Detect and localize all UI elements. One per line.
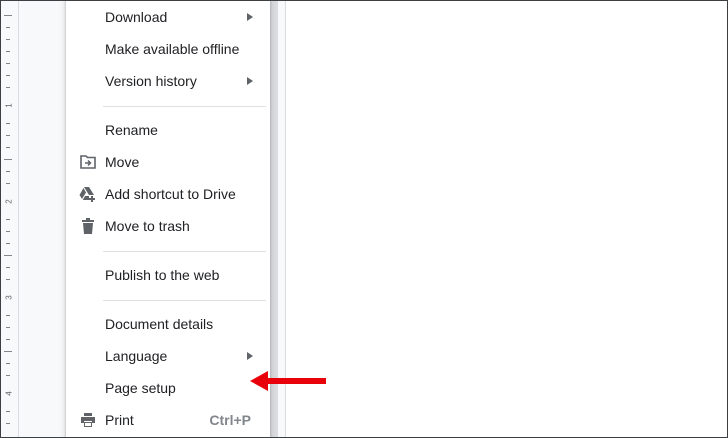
ruler-tick: [6, 87, 10, 88]
menu-item-label: Print: [105, 412, 134, 428]
menu-item-page-setup[interactable]: Page setup: [66, 372, 270, 404]
menu-item-label: Make available offline: [105, 41, 240, 57]
menu-item-add-shortcut-to-drive[interactable]: Add shortcut to Drive: [66, 178, 270, 210]
ruler-tick: [6, 411, 10, 412]
menu-item-label: Language: [105, 348, 168, 364]
ruler-tick: [6, 51, 10, 52]
menu-item-label: Move: [105, 154, 140, 170]
ruler-tick: [6, 171, 10, 172]
ruler-tick: [4, 351, 12, 352]
red-annotation-arrow-icon: [250, 371, 326, 391]
ruler-tick: [6, 219, 10, 220]
ruler-tick: [6, 375, 10, 376]
drive-add-icon: [79, 186, 97, 202]
ruler-tick: [6, 123, 10, 124]
ruler-tick: [6, 327, 10, 328]
ruler-tick: [6, 267, 10, 268]
ruler-tick: [4, 159, 12, 160]
ruler-tick: [6, 75, 10, 76]
ruler-number: 3: [4, 295, 14, 300]
trash-icon: [79, 218, 97, 234]
menu-separator: [103, 300, 266, 301]
menu-item-label: Page setup: [105, 380, 176, 396]
menu-item-print[interactable]: Print Ctrl+P: [66, 404, 270, 436]
ruler-tick: [6, 63, 10, 64]
menu-item-label: Rename: [105, 122, 158, 138]
folder-move-icon: [79, 154, 97, 170]
menu-item-label: Add shortcut to Drive: [105, 186, 236, 202]
ruler-tick: [6, 135, 10, 136]
ruler-tick: [6, 39, 10, 40]
menu-item-label: Download: [105, 9, 168, 25]
menu-item-label: Move to trash: [105, 218, 190, 234]
menu-item-publish-to-the-web[interactable]: Publish to the web: [66, 259, 270, 291]
menu-item-download[interactable]: Download: [66, 1, 270, 33]
menu-item-label: Document details: [105, 316, 214, 332]
print-shortcut: Ctrl+P: [209, 412, 251, 428]
ruler-number: 1: [4, 103, 14, 108]
ruler-number: 4: [4, 391, 14, 396]
ruler-tick: [6, 279, 10, 280]
ruler-tick: [6, 147, 10, 148]
menu-item-language[interactable]: Language: [66, 340, 270, 372]
ruler-tick: [6, 27, 10, 28]
screenshot-frame: 1 2 3 4 Download Make available offline …: [0, 0, 728, 438]
file-menu: Download Make available offline Version …: [66, 1, 326, 437]
menu-item-rename[interactable]: Rename: [66, 114, 270, 146]
menu-item-version-history[interactable]: Version history: [66, 65, 270, 97]
ruler-tick: [4, 15, 12, 16]
menu-item-label: Version history: [105, 73, 197, 89]
ruler-number: 2: [4, 199, 14, 204]
submenu-arrow-icon: [247, 13, 253, 21]
menu-item-make-available-offline[interactable]: Make available offline: [66, 33, 270, 65]
ruler-tick: [4, 255, 12, 256]
menu-item-label: Publish to the web: [105, 267, 220, 283]
menu-item-document-details[interactable]: Document details: [66, 308, 270, 340]
vertical-ruler: 1 2 3 4: [1, 1, 19, 437]
ruler-tick: [6, 231, 10, 232]
ruler-tick: [6, 363, 10, 364]
submenu-arrow-icon: [247, 352, 253, 360]
ruler-tick: [6, 315, 10, 316]
ruler-tick: [6, 243, 10, 244]
menu-separator: [103, 106, 266, 107]
menu-separator: [103, 251, 266, 252]
menu-item-move[interactable]: Move: [66, 146, 270, 178]
ruler-tick: [6, 339, 10, 340]
ruler-tick: [6, 183, 10, 184]
menu-item-move-to-trash[interactable]: Move to trash: [66, 210, 270, 242]
document-page[interactable]: [285, 1, 727, 437]
ruler-tick: [6, 423, 10, 424]
submenu-arrow-icon: [247, 77, 253, 85]
printer-icon: [79, 412, 97, 428]
